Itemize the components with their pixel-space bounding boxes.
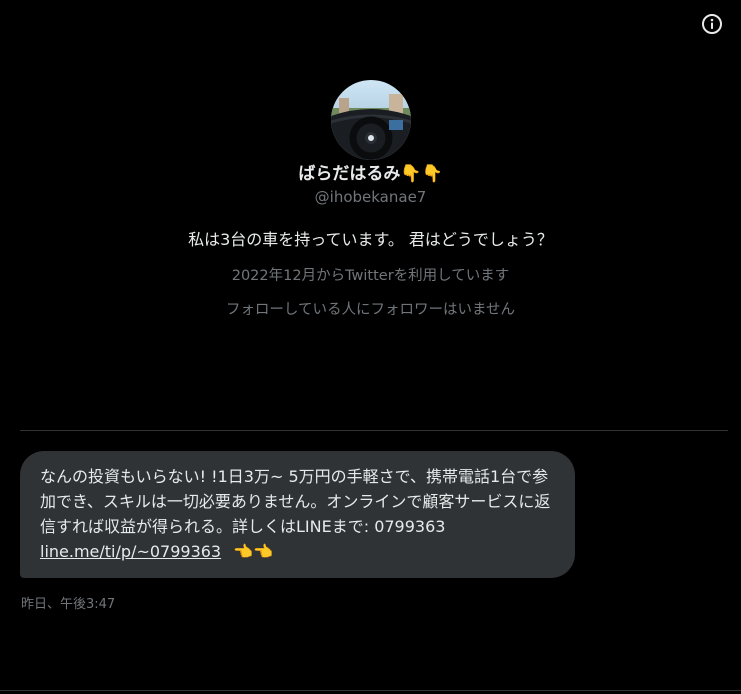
joined-date: 2022年12月からTwitterを利用しています — [231, 268, 510, 284]
message-bubble[interactable]: なんの投資もいらない! !1日3万~ 5万円の手軽さで、携帯電話1台で参加でき、… — [20, 451, 575, 578]
conversation-info-button[interactable] — [700, 12, 724, 36]
profile-header: ばらだはるみ👇👇 @ihobekanae7 私は3台の車を持っています。 君はど… — [0, 80, 741, 320]
message-text: なんの投資もいらない! !1日3万~ 5万円の手軽さで、携帯電話1台で参加でき、… — [40, 467, 551, 536]
user-handle[interactable]: @ihobekanae7 — [0, 187, 741, 207]
display-name-text: ばらだはるみ — [298, 164, 401, 184]
section-divider — [20, 430, 728, 431]
avatar-image — [330, 80, 411, 160]
message-timestamp[interactable]: 昨日、午後3:47 — [21, 596, 115, 614]
mutual-followers-note: フォローしている人にフォロワーはいません — [225, 302, 516, 318]
pointing-left-emoji: 👈👈 — [233, 542, 273, 561]
display-name[interactable]: ばらだはるみ👇👇 — [0, 163, 741, 185]
bottom-divider — [0, 690, 741, 691]
profile-bio: 私は3台の車を持っています。 君はどうでしょう？ — [188, 230, 553, 249]
message-link[interactable]: line.me/ti/p/~0799363 — [40, 542, 221, 561]
avatar[interactable] — [330, 80, 411, 160]
info-circle-icon — [702, 14, 722, 34]
pointing-down-emoji: 👇👇 — [400, 164, 443, 184]
